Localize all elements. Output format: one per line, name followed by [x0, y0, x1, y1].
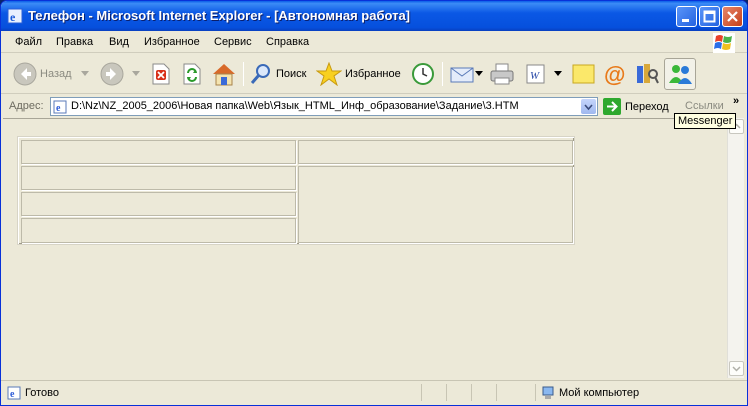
close-button[interactable]	[722, 6, 743, 27]
browser-window: e Телефон - Microsoft Internet Explorer …	[0, 0, 748, 406]
history-button[interactable]	[411, 60, 435, 88]
forward-button[interactable]	[100, 60, 124, 88]
svg-text:e: e	[10, 10, 16, 24]
word-edit-icon: W	[526, 64, 545, 84]
stop-icon	[152, 63, 170, 85]
mail-dropdown-icon	[475, 71, 483, 76]
chevron-down-icon	[584, 104, 593, 111]
go-label: Переход	[625, 100, 669, 113]
menu-help[interactable]: Справка	[266, 36, 309, 48]
menu-edit[interactable]: Правка	[56, 36, 93, 48]
ie-icon: e	[7, 8, 23, 24]
favorites-button[interactable]: Избранное	[316, 60, 401, 88]
menu-bar: Файл Правка Вид Избранное Сервис Справка	[1, 31, 747, 53]
security-zone: Мой компьютер	[541, 386, 639, 400]
table-cell	[21, 166, 296, 190]
status-text: Готово	[25, 387, 59, 399]
chevron-more-icon[interactable]: »	[733, 95, 739, 107]
history-icon	[412, 63, 434, 85]
discuss-button[interactable]	[571, 60, 597, 88]
links-toolbar[interactable]: Ссылки	[685, 100, 724, 112]
search-label: Поиск	[276, 68, 307, 80]
maximize-button[interactable]	[699, 6, 720, 27]
forward-arrow-icon	[100, 62, 124, 86]
table-cell	[298, 140, 573, 164]
books-icon	[637, 64, 659, 84]
messenger-icon	[669, 65, 692, 84]
windows-logo-icon	[713, 33, 735, 53]
search-button[interactable]: Поиск	[249, 60, 306, 88]
table-cell	[298, 166, 573, 243]
standard-toolbar: Назад Поиск Избранное W @	[1, 54, 747, 94]
svg-text:W: W	[530, 70, 540, 82]
address-input[interactable]: D:\Nz\NZ_2005_2006\Новая папка\Web\Язык_…	[50, 97, 598, 116]
scroll-down-button[interactable]	[729, 361, 744, 376]
search-icon	[250, 64, 270, 84]
print-button[interactable]	[489, 60, 515, 88]
html-table	[17, 136, 575, 245]
star-icon	[316, 62, 342, 86]
favorites-label: Избранное	[345, 68, 401, 80]
menu-favorites[interactable]: Избранное	[144, 36, 200, 48]
table-cell	[21, 140, 296, 164]
refresh-icon	[183, 63, 201, 85]
back-dropdown-icon[interactable]	[81, 71, 89, 77]
messenger-tooltip: Messenger	[674, 113, 737, 129]
mail-button[interactable]	[449, 60, 483, 88]
menu-file[interactable]: Файл	[15, 36, 42, 48]
svg-text:@: @	[604, 62, 625, 86]
table-cell	[21, 218, 296, 243]
zone-text: Мой компьютер	[559, 387, 640, 399]
svg-text:e: e	[56, 103, 61, 114]
go-button[interactable]: Переход	[603, 98, 669, 115]
table-cell	[21, 192, 296, 216]
status-bar: e Готово Мой компьютер	[1, 380, 747, 404]
stop-button[interactable]	[150, 60, 172, 88]
vertical-scrollbar[interactable]	[727, 118, 744, 378]
close-icon	[727, 11, 738, 22]
messenger-button[interactable]	[664, 58, 696, 90]
minimize-button[interactable]	[676, 6, 697, 27]
svg-text:e: e	[10, 389, 15, 400]
forward-dropdown-icon[interactable]	[132, 71, 140, 77]
status-message: e Готово	[7, 386, 59, 400]
chevron-down-icon	[732, 366, 741, 372]
edit-button[interactable]: W	[524, 60, 562, 88]
back-label: Назад	[40, 68, 72, 80]
address-bar: Адрес: D:\Nz\NZ_2005_2006\Новая папка\We…	[1, 95, 747, 117]
mail-icon	[450, 67, 474, 83]
note-icon	[572, 64, 595, 84]
back-arrow-icon	[13, 62, 37, 86]
address-label: Адрес:	[9, 100, 44, 112]
edit-dropdown-icon	[554, 71, 562, 76]
back-button[interactable]: Назад	[13, 60, 72, 88]
home-button[interactable]	[211, 60, 237, 88]
at-sign-icon: @	[604, 62, 625, 86]
at-button[interactable]: @	[603, 60, 629, 88]
menu-tools[interactable]: Сервис	[214, 36, 252, 48]
window-title: Телефон - Microsoft Internet Explorer - …	[28, 8, 411, 23]
print-icon	[490, 63, 514, 85]
page-done-icon: e	[7, 386, 21, 400]
research-button[interactable]	[634, 60, 660, 88]
my-computer-icon	[542, 386, 554, 399]
title-bar[interactable]: e Телефон - Microsoft Internet Explorer …	[1, 1, 747, 31]
page-icon: e	[53, 100, 67, 114]
minimize-icon	[682, 19, 689, 22]
home-icon	[213, 64, 235, 86]
go-arrow-icon	[603, 98, 621, 115]
maximize-icon	[703, 10, 716, 23]
menu-view[interactable]: Вид	[109, 36, 129, 48]
refresh-button[interactable]	[181, 60, 203, 88]
address-dropdown-button[interactable]	[581, 99, 596, 114]
